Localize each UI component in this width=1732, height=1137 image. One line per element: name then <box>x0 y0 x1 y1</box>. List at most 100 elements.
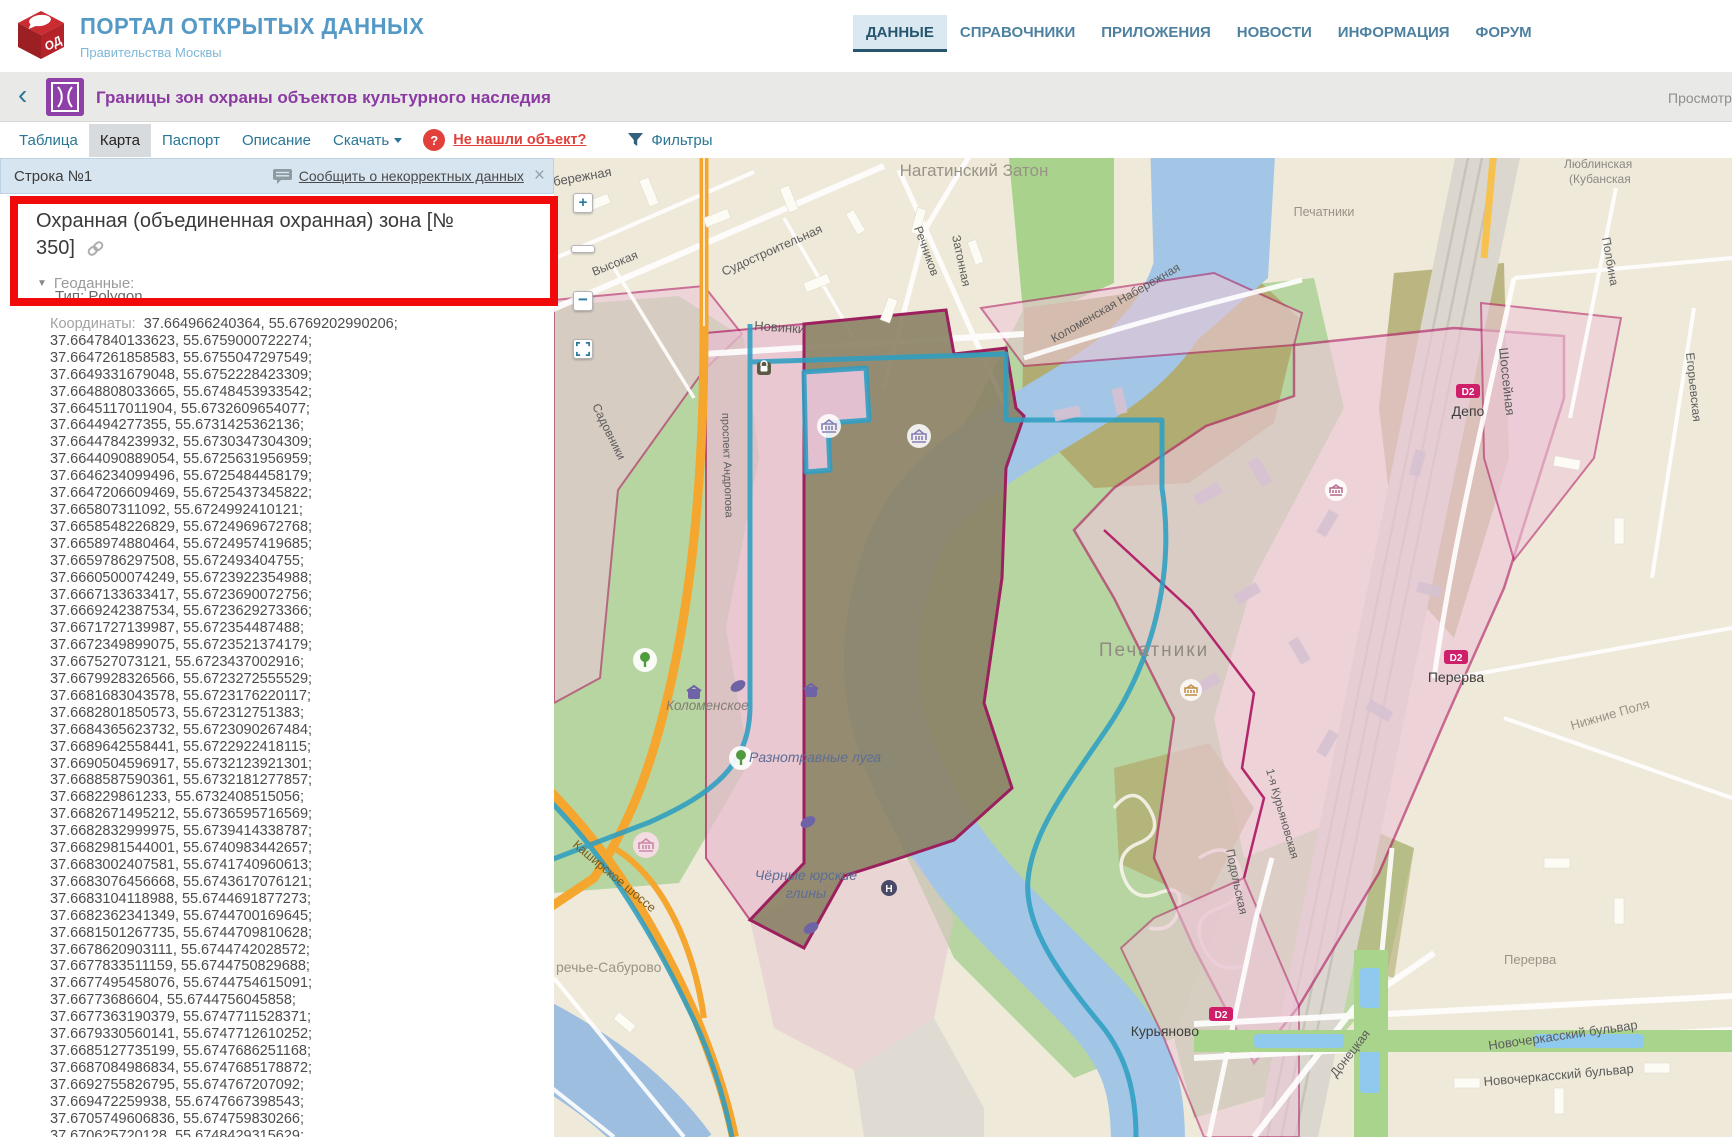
nav-item-data[interactable]: ДАННЫЕ <box>853 15 947 52</box>
zoom-out-button[interactable]: − <box>573 291 593 311</box>
coordinate-line: 37.6677363190379, 55.6747711528371; <box>50 1009 530 1026</box>
coordinate-line: 37.6682981544001, 55.6740983442657; <box>50 840 530 857</box>
fullscreen-icon[interactable] <box>573 339 593 359</box>
helipad-icon: H <box>881 880 897 896</box>
coordinate-line: 37.6677495458076, 55.6744754615091; <box>50 975 530 992</box>
comment-bubble-icon <box>273 169 292 184</box>
zoom-in-button[interactable]: + <box>573 193 593 213</box>
coordinate-line: 37.6689642558441, 55.6722922418115; <box>50 739 530 756</box>
link-icon[interactable] <box>87 241 104 256</box>
coordinate-line: 37.6682832999975, 55.6739414338787; <box>50 823 530 840</box>
district-label: Печатники <box>1294 205 1355 219</box>
coordinate-line: 37.66773686604, 55.6744756045858; <box>50 992 530 1009</box>
nav-item-forum[interactable]: ФОРУМ <box>1463 15 1545 49</box>
download-label: Скачать <box>333 132 389 149</box>
coordinate-line: 37.6678620903111, 55.6744742028572; <box>50 942 530 959</box>
map-image[interactable]: H D2 Депо D2 Перерва D2 Курьяново бережн… <box>554 158 1732 1137</box>
coordinate-line: 37.6687084986834, 55.6747685178872; <box>50 1060 530 1077</box>
map-canvas[interactable]: H D2 Депо D2 Перерва D2 Курьяново бережн… <box>554 158 1732 1137</box>
svg-text:H: H <box>885 884 892 895</box>
coordinate-line: 37.668229861233, 55.6732408515056; <box>50 789 530 806</box>
tab-table[interactable]: Таблица <box>8 124 89 157</box>
triangle-collapse-icon[interactable]: ▼ <box>37 278 47 289</box>
coordinate-line: 37.6649331679048, 55.6752228423309; <box>50 367 530 384</box>
coordinate-line: 37.6683002407581, 55.6741740960613; <box>50 857 530 874</box>
portal-logo-icon[interactable]: ОД <box>14 8 68 62</box>
download-menu[interactable]: Скачать <box>322 124 413 157</box>
coordinate-line: 37.6692755826795, 55.674767207092; <box>50 1077 530 1094</box>
tab-map[interactable]: Карта <box>89 124 151 157</box>
coordinates-label: Координаты: <box>50 316 136 332</box>
nav-item-information[interactable]: ИНФОРМАЦИЯ <box>1325 15 1463 49</box>
coordinate-line: 37.665807311092, 55.6724992410121; <box>50 502 530 519</box>
coordinate-line: 37.6681501267735, 55.6744709810628; <box>50 925 530 942</box>
coordinate-line: 37.6682801850573, 55.672312751383; <box>50 705 530 722</box>
coordinate-line: 37.6667133633417, 55.6723690072756; <box>50 587 530 604</box>
filters-label: Фильтры <box>651 132 712 149</box>
d2-badge-label: D2 <box>1462 387 1475 398</box>
coordinate-line: 37.6647840133623, 55.6759000722274; <box>50 333 530 350</box>
coordinate-line: 37.6644090889054, 55.6725631956959; <box>50 451 530 468</box>
coordinate-line: 37.6681683043578, 55.6723176220117; <box>50 688 530 705</box>
coordinate-line: 37.6660500074249, 55.6723922354988; <box>50 570 530 587</box>
coordinate-line: 37.664494277355, 55.6731425362136; <box>50 417 530 434</box>
nature-label: Чёрные юрские <box>755 867 857 883</box>
views-count-text: Просмотре <box>1668 90 1732 106</box>
coordinate-line: 37.6682362341349, 55.6744700169645; <box>50 908 530 925</box>
coordinates-first-line: Координаты:37.664966240364, 55.676920299… <box>50 316 530 333</box>
coordinate-line: 37.6647261858583, 55.6755047297549; <box>50 350 530 367</box>
d2-badge-label: D2 <box>1450 653 1463 664</box>
help-icon[interactable]: ? <box>423 129 445 151</box>
coordinate-line: 37.6688587590361, 55.6732181277857; <box>50 772 530 789</box>
filter-funnel-icon <box>628 133 644 147</box>
district-label: Печатники <box>1099 640 1209 661</box>
zoom-slider-handle[interactable] <box>571 245 595 253</box>
object-not-found-link[interactable]: Не нашли объект? <box>453 132 586 148</box>
filters-button[interactable]: Фильтры <box>628 132 712 149</box>
station-name: Перерва <box>1428 669 1484 685</box>
main-nav: ДАННЫЕ СПРАВОЧНИКИ ПРИЛОЖЕНИЯ НОВОСТИ ИН… <box>853 15 1545 52</box>
dataset-toolbar: Таблица Карта Паспорт Описание Скачать ?… <box>0 122 1732 158</box>
coordinate-line: 37.6644784239932, 55.6730347304309; <box>50 434 530 451</box>
app-header: ОД ПОРТАЛ ОТКРЫТЫХ ДАННЫХ Правительства … <box>0 0 1732 72</box>
coordinate-line: 37.6658548226829, 55.6724969672768; <box>50 519 530 536</box>
coordinates-block: Координаты:37.664966240364, 55.676920299… <box>50 316 530 1137</box>
nav-item-applications[interactable]: ПРИЛОЖЕНИЯ <box>1088 15 1224 49</box>
museum-icon <box>633 832 659 858</box>
nav-item-directories[interactable]: СПРАВОЧНИКИ <box>947 15 1088 49</box>
coordinate-line: 37.6705749606836, 55.674759830266; <box>50 1111 530 1128</box>
coordinate-line: 37.6672349899075, 55.6723521374179; <box>50 637 530 654</box>
tab-description[interactable]: Описание <box>231 124 322 157</box>
street-label: Люблинская <box>1564 158 1632 171</box>
station-name: Депо <box>1452 403 1485 419</box>
museum-icon <box>1325 479 1347 501</box>
back-icon[interactable]: ‹ <box>18 80 27 110</box>
coordinate-line: 37.6683076456668, 55.6743617076121; <box>50 874 530 891</box>
coordinate-line: 37.669472259938, 55.6747667398543; <box>50 1094 530 1111</box>
coordinate-line: 37.6648808033665, 55.6748453933542; <box>50 384 530 401</box>
coordinate-line: 37.6690504596917, 55.6732123921301; <box>50 756 530 773</box>
nav-item-news[interactable]: НОВОСТИ <box>1224 15 1325 49</box>
coordinate-line: 37.6659786297508, 55.672493404755; <box>50 553 530 570</box>
tree-icon <box>633 648 657 672</box>
tab-passport[interactable]: Паспорт <box>151 124 231 157</box>
coordinate-line: 37.6677833511159, 55.6744750829688; <box>50 958 530 975</box>
coordinate-line: 37.667527073121, 55.6723437002916; <box>50 654 530 671</box>
coordinate-line: 37.6684365623732, 55.6723090267484; <box>50 722 530 739</box>
district-label: Перерва <box>1504 952 1557 967</box>
coordinate-line: 37.6685127735199, 55.6747686251168; <box>50 1043 530 1060</box>
coordinate-line: 37.6679330560141, 55.6747712610252; <box>50 1026 530 1043</box>
object-title: Охранная (объединенная охранная) зона [№… <box>36 208 488 262</box>
close-icon[interactable]: × <box>534 167 545 185</box>
coordinate-line: 37.670625720128, 55.6748429315629; <box>50 1128 530 1137</box>
museum-icon <box>1180 679 1202 701</box>
street-label: (Кубанская <box>1569 172 1631 186</box>
report-incorrect-data-link[interactable]: Сообщить о некорректных данных <box>299 168 524 184</box>
nature-label: глины <box>786 885 827 901</box>
coordinate-line: 37.6669242387534, 55.6723629273366; <box>50 603 530 620</box>
museum-icon <box>907 424 931 448</box>
coordinate-line: 37.6671727139987, 55.672354487488; <box>50 620 530 637</box>
place-label: Коломенское <box>666 698 749 713</box>
station-name: Курьяново <box>1131 1023 1199 1039</box>
dataset-title: Границы зон охраны объектов культурного … <box>96 88 551 108</box>
